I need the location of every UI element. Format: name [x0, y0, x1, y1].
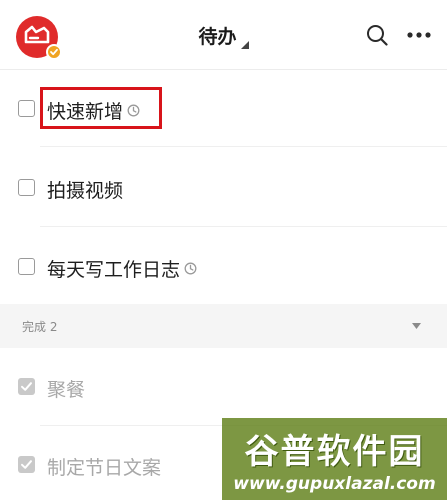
completed-section-header[interactable]: 完成 2	[0, 304, 447, 348]
todo-item-work-log[interactable]: 每天写工作日志	[0, 227, 447, 304]
todo-item-shoot-video[interactable]: 拍摄视频	[0, 147, 447, 227]
top-bar: 待办	[0, 0, 447, 70]
todo-item-label: 每天写工作日志	[47, 259, 181, 281]
todo-checkbox[interactable]	[18, 100, 35, 117]
reminder-clock-icon	[184, 262, 197, 275]
page-title[interactable]: 待办	[198, 26, 236, 48]
checked-checkbox[interactable]	[18, 456, 35, 473]
watermark: 谷普软件园 www.gupuxlazal.com	[222, 418, 447, 500]
completed-item-label: 制定节日文案	[47, 457, 162, 479]
completed-item-label: 聚餐	[47, 379, 86, 401]
todo-checkbox[interactable]	[18, 179, 35, 196]
chevron-down-icon[interactable]	[412, 323, 421, 329]
todo-item-label: 拍摄视频	[47, 180, 124, 202]
more-icon[interactable]	[406, 31, 432, 39]
highlight-box	[40, 87, 162, 129]
watermark-url: www.gupuxlazal.com	[233, 474, 436, 494]
watermark-title: 谷普软件园	[244, 432, 425, 472]
dropdown-caret-icon[interactable]	[240, 41, 249, 49]
checked-checkbox[interactable]	[18, 378, 35, 395]
completed-item-dinner[interactable]: 聚餐	[0, 348, 447, 426]
todo-checkbox[interactable]	[18, 258, 35, 275]
completed-count-label: 完成 2	[22, 320, 58, 334]
search-icon[interactable]	[366, 24, 388, 46]
